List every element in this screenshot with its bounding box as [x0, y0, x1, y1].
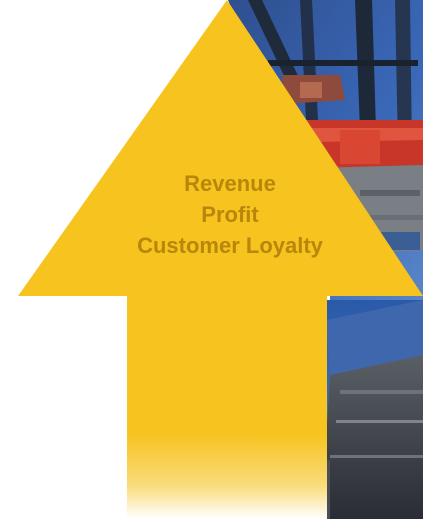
caption-line-revenue: Revenue [184, 171, 276, 196]
caption-line-customer-loyalty: Customer Loyalty [137, 233, 323, 258]
caption-line-profit: Profit [201, 202, 259, 227]
arrow-caption: Revenue Profit Customer Loyalty [60, 168, 400, 261]
slide-graphic: Revenue Profit Customer Loyalty [0, 0, 423, 519]
